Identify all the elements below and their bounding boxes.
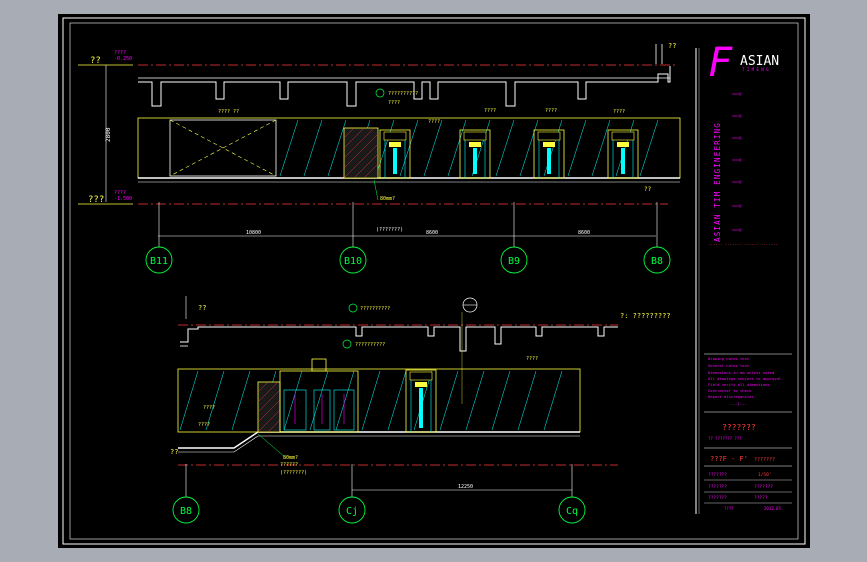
svg-text:Field verify all dimensions: Field verify all dimensions [708, 382, 770, 387]
grid-axis-label: B10 [344, 256, 362, 267]
upper-right-note: ?? [668, 42, 676, 50]
svg-text:Dimensions in mm unless noted: Dimensions in mm unless noted [708, 370, 774, 375]
title-note-sep: ---?--- [730, 402, 747, 407]
title-foot-left: ???? [724, 506, 734, 511]
lower-level-bottom-label: ?? [170, 448, 178, 456]
svg-text:?????: ????? [754, 495, 768, 501]
grid-axis-b9: B9 [500, 202, 528, 274]
upper-elevation: ?? ???? -0.250 ?? 2800 ?????????? ???? ?… [78, 42, 681, 274]
svg-text:All drawings subject to approv: All drawings subject to approval [708, 376, 781, 381]
grid-axis-label: B8 [180, 506, 192, 517]
upper-dimension-chain: 10800 8600 8600 (???????) [158, 227, 656, 237]
upper-callout-4: ???? [545, 108, 557, 114]
door-unit [459, 129, 491, 179]
grid-axis-b8: B8 [172, 464, 200, 524]
grid-axis-label: B9 [508, 256, 520, 267]
lower-slab [180, 326, 618, 352]
lower-callout-2: ?????????? [355, 342, 385, 348]
upper-level-bottom-label: ??? [88, 195, 104, 205]
upper-80-note: 80mm? [380, 196, 395, 202]
cad-window-frame: ?? ???? -0.250 ?? 2800 ?????????? ???? ?… [0, 0, 867, 562]
grid-axis-label: B11 [150, 256, 168, 267]
upper-bottom-right-note: ?? [644, 186, 652, 193]
upper-callout-3: ???? [484, 108, 496, 114]
svg-text:???????: ??????? [708, 495, 727, 501]
upper-slab [138, 66, 671, 107]
lower-callout-5: ???? [198, 422, 210, 428]
svg-text:???????: ??????? [708, 484, 727, 490]
drawing-subtitle: ?? ??????? ??? [708, 436, 742, 441]
lower-title-label: ?: ????????? [620, 312, 671, 320]
cad-drawing-canvas: ?? ???? -0.250 ?? 2800 ?????????? ???? ?… [62, 17, 806, 545]
upper-callout-7: ???? [613, 109, 625, 115]
lower-dim-1: 12250 [458, 484, 473, 490]
upper-callout-2: ???? [388, 100, 400, 106]
upper-dim-3: 8600 [578, 230, 590, 236]
svg-text:???????: ??????? [708, 472, 727, 478]
section-value: ??????? [754, 457, 775, 463]
sheet-inner-border [69, 22, 799, 540]
lower-wall-band [177, 368, 581, 433]
lower-callout-4: ???? [203, 405, 215, 411]
company-logo: F ASIAN T I M E N G [708, 40, 779, 86]
lower-dimension-chain: 12250 [352, 484, 572, 491]
door-unit [405, 369, 437, 433]
lower-callout-1: ?????????? [360, 306, 390, 312]
upper-level-bottom-value2: -1.500 [114, 196, 132, 202]
svg-text:T I M E N G: T I M E N G [742, 67, 769, 72]
title-foot-right: 2012.05 [764, 506, 781, 511]
svg-text:Report discrepancies: Report discrepancies [708, 394, 754, 399]
grid-axis-b10: B10 [339, 202, 367, 274]
lower-door-units [405, 369, 437, 433]
svg-text:General notes text: General notes text [708, 363, 749, 368]
svg-text:Contractor to check: Contractor to check [708, 388, 752, 393]
lower-80-note: 80mm? [283, 455, 298, 461]
grid-axis-b11: B11 [145, 202, 173, 274]
door-unit [607, 129, 639, 179]
title-block-ticks [732, 92, 742, 232]
svg-text:???????: ??????? [754, 484, 773, 490]
company-vertical-name: ASIAN TIM ENGINEERING [713, 122, 722, 242]
svg-text:Drawing notes text: Drawing notes text [708, 356, 749, 361]
lower-grid-axes: B8 Cj Cq [172, 464, 586, 524]
lower-glass-hatch [179, 370, 563, 431]
upper-glass-hatch [279, 119, 659, 177]
svg-text:1/50': 1/50' [758, 472, 772, 478]
upper-callout-5: ???? [428, 119, 440, 125]
grid-axis-label: Cj [346, 506, 358, 517]
cad-drawing-viewport[interactable]: ?? ???? -0.250 ?? 2800 ?????????? ???? ?… [58, 14, 810, 548]
upper-dim-2: 8600 [426, 230, 438, 236]
lower-callouts: ?????????? ?????????? ???? ???? ???? [198, 297, 538, 428]
drawing-title: ??????? [722, 423, 756, 432]
upper-callout-6: ???? ?? [218, 109, 239, 115]
lower-entrance-frame [279, 370, 359, 433]
grid-axis-cq: Cq [558, 464, 586, 524]
grid-axis-cj: Cj [338, 464, 366, 524]
grid-axis-b8: B8 [643, 202, 671, 274]
upper-dim-1: 10800 [246, 230, 261, 236]
door-unit [533, 129, 565, 179]
upper-level-top-label: ?? [90, 56, 101, 66]
lower-sub-note: ?????? [280, 462, 298, 468]
upper-height-dim: 2800 [105, 127, 112, 142]
lower-elevation: ?? ?: ????????? ?????????? ?????????? ??… [170, 296, 671, 524]
upper-grid-axes: B11 B10 B9 B8 [145, 202, 671, 274]
lower-callout-3: ???? [526, 356, 538, 362]
lower-level-top-label: ?? [198, 304, 206, 312]
grid-axis-label: B8 [651, 256, 663, 267]
upper-callout-1: ?????????? [388, 91, 418, 97]
title-rows: ??????? 1/50' ??????? ??????? ??????? ??… [704, 472, 792, 504]
lower-floor-line [178, 431, 580, 449]
svg-text:F: F [708, 40, 733, 86]
upper-dim-note: (???????) [376, 227, 403, 233]
grid-axis-label: Cq [566, 506, 578, 517]
door-unit [379, 129, 411, 179]
title-block: F ASIAN T I M E N G ASIAN TIM ENGINEERIN… [695, 40, 792, 514]
upper-level-top-value2: -0.250 [114, 56, 132, 62]
title-notes: Drawing notes text General notes text Di… [708, 356, 781, 399]
lower-dim-note: (???????) [280, 470, 307, 476]
title-small-red: ------ ------- ------ ------- [708, 242, 778, 247]
section-label: ???F - F' [710, 455, 748, 463]
lower-column [257, 381, 281, 433]
